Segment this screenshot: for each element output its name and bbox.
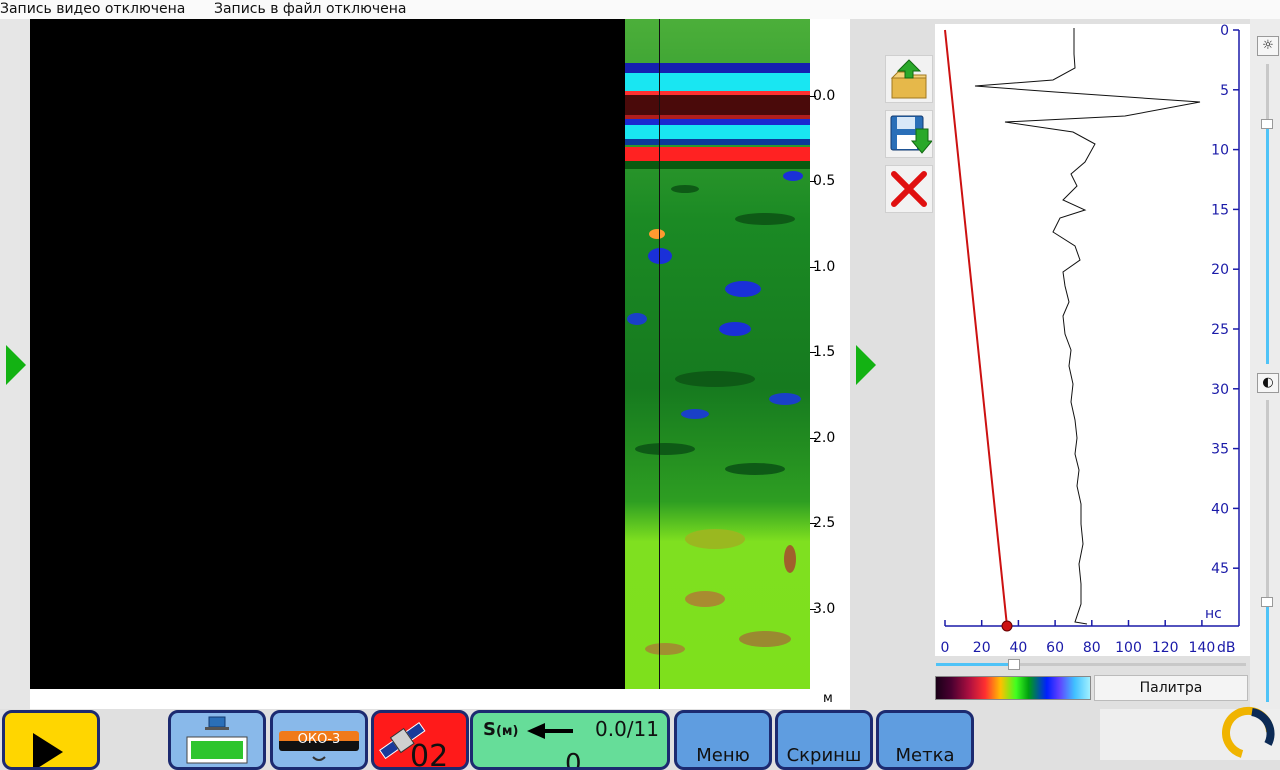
time-tick-label: 25 — [1211, 322, 1229, 338]
contrast-slider-fill — [1266, 602, 1269, 702]
depth-label: 1.0 — [813, 259, 836, 275]
distance-panel[interactable]: S(м) 0.0/11 0 — [470, 710, 670, 770]
time-tick-label: 45 — [1211, 561, 1229, 577]
signal-arc-icon — [312, 756, 326, 761]
depth-label: 2.0 — [813, 430, 836, 446]
delete-file-button[interactable] — [885, 165, 933, 213]
left-panel-arrow-icon[interactable] — [6, 345, 26, 385]
palette-button[interactable]: Палитра — [1094, 675, 1248, 701]
time-tick-label: 0 — [1220, 24, 1229, 39]
gain-curve-handle[interactable] — [1001, 620, 1013, 632]
menu-button[interactable]: Меню — [674, 710, 772, 770]
file-status: Запись в файл отключена — [214, 1, 407, 17]
brightness-slider-fill — [1266, 124, 1269, 364]
gps-button[interactable]: 02 — [371, 710, 469, 770]
red-cross-icon — [891, 171, 927, 207]
distance-unit: (м) — [495, 724, 519, 739]
time-tick-label: 10 — [1211, 143, 1229, 159]
menu-label: Меню — [696, 745, 750, 766]
contrast-icon[interactable]: ◐ — [1257, 373, 1279, 393]
distance-value: 0.0/11 — [595, 717, 659, 741]
screenshot-button[interactable]: Скринш — [775, 710, 873, 770]
save-disk-icon — [890, 115, 934, 154]
mark-label: Метка — [895, 745, 955, 766]
save-file-button[interactable] — [885, 110, 934, 158]
palette-preview[interactable] — [935, 676, 1091, 700]
mark-button[interactable]: Метка — [876, 710, 974, 770]
time-tick-label: 15 — [1211, 202, 1229, 218]
gain-tick-label: 100 — [1115, 640, 1142, 656]
gain-tick-label: 20 — [973, 640, 991, 656]
time-tick-label: 35 — [1211, 442, 1229, 458]
depth-label: 0.0 — [813, 88, 836, 104]
antenna-button[interactable]: ОКО-3 — [270, 710, 368, 770]
gain-tick-label: 0 — [941, 640, 950, 656]
depth-axis: 0.0 0.5 1.0 1.5 2.0 2.5 3.0 — [810, 19, 850, 689]
start-button[interactable] — [2, 710, 100, 770]
app-logo-icon — [1222, 706, 1275, 758]
time-tick-label: 20 — [1211, 262, 1229, 278]
time-tick-label: 5 — [1220, 83, 1229, 99]
brightness-slider-thumb[interactable] — [1261, 119, 1273, 129]
time-tick-label: 30 — [1211, 382, 1229, 398]
folder-open-icon — [890, 59, 927, 99]
laptop-battery-icon — [186, 716, 248, 764]
screenshot-label: Скринш — [786, 745, 862, 766]
gain-tick-label: 60 — [1046, 640, 1064, 656]
time-unit: нс — [1205, 606, 1222, 622]
right-panel-arrow-icon[interactable] — [856, 345, 876, 385]
open-file-button[interactable] — [885, 55, 933, 103]
depth-label: 1.5 — [813, 344, 836, 360]
depth-label: 2.5 — [813, 515, 836, 531]
gain-tick-label: 80 — [1083, 640, 1101, 656]
direction-arrow-icon — [527, 723, 573, 739]
distance-label: S — [483, 719, 496, 740]
depth-label: 3.0 — [813, 601, 836, 617]
radargram-image — [625, 19, 810, 689]
depth-label: 0.5 — [813, 173, 836, 189]
brightness-icon[interactable]: ☼ — [1257, 36, 1279, 56]
contrast-slider-thumb[interactable] — [1261, 597, 1273, 608]
play-icon — [33, 733, 63, 767]
trace-plot[interactable]: 0 5 10 15 20 25 30 35 40 45 0 20 40 60 80 100 120 140 нс… — [935, 24, 1250, 656]
gain-tick-label: 40 — [1009, 640, 1027, 656]
gps-count: 02 — [410, 739, 449, 770]
device-status-button[interactable] — [168, 710, 266, 770]
gain-tick-label: 120 — [1152, 640, 1179, 656]
palette-slider-thumb[interactable] — [1007, 659, 1020, 670]
depth-unit: м — [823, 691, 833, 706]
radargram-view[interactable] — [30, 19, 810, 689]
gain-unit: dB — [1217, 640, 1236, 656]
time-tick-label: 40 — [1211, 501, 1229, 517]
video-status: Запись видео отключена — [0, 1, 186, 17]
status-bar: Запись видео отключена Запись в файл отк… — [0, 0, 1280, 19]
gain-tick-label: 140 — [1189, 640, 1216, 656]
horizontal-scroll-strip[interactable] — [30, 689, 850, 709]
palette-slider-fill — [936, 663, 1014, 666]
cursor-line[interactable] — [659, 19, 660, 689]
